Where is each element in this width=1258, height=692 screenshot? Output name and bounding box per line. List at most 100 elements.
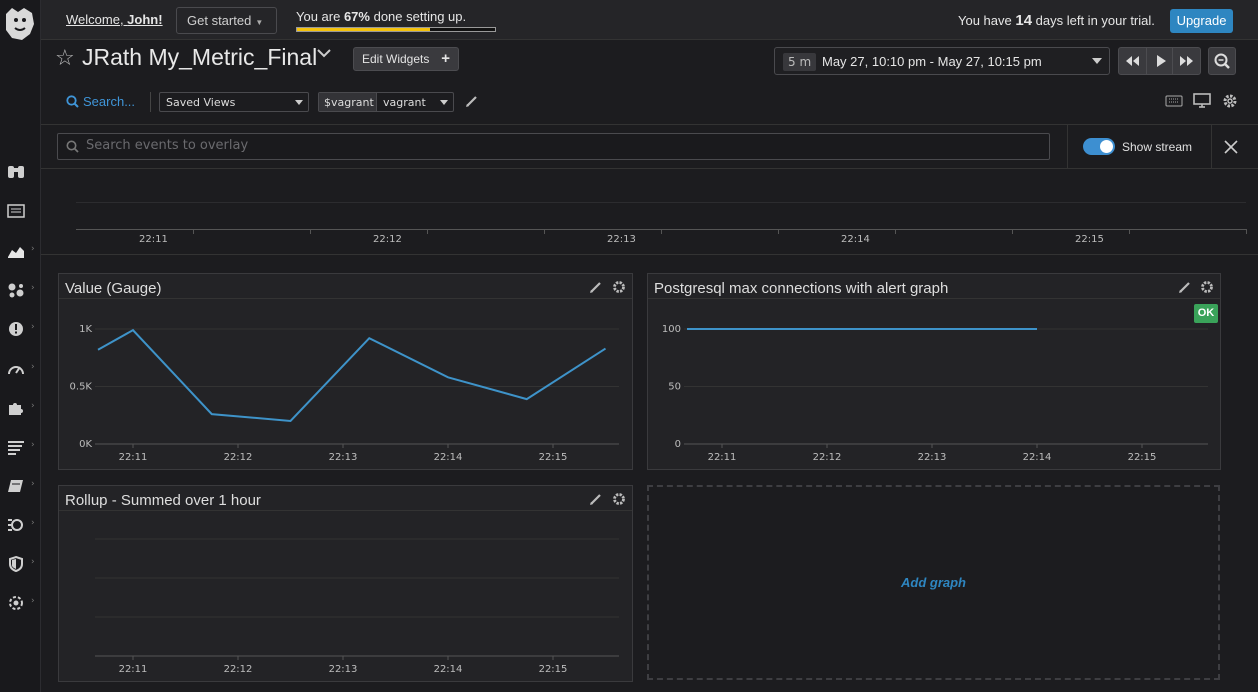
progress-prefix: You are bbox=[296, 9, 344, 24]
toggle-knob bbox=[1100, 140, 1113, 153]
keyboard-icon[interactable] bbox=[1165, 95, 1183, 107]
tv-mode-icon[interactable] bbox=[1193, 93, 1211, 109]
rollup-line-chart: 22:11 22:12 22:13 22:14 22:15 bbox=[95, 538, 619, 675]
x-tick-label: 22:12 bbox=[224, 452, 253, 463]
timeline-tick-label: 22:11 bbox=[139, 234, 168, 245]
widget-postgres-max-connections[interactable]: Postgresql max connections with alert gr… bbox=[647, 273, 1221, 470]
x-tick-label: 22:13 bbox=[329, 664, 358, 675]
dashboard-title[interactable]: JRath My_Metric_Final bbox=[82, 44, 317, 71]
nav-infrastructure-icon[interactable]: › bbox=[0, 278, 41, 302]
trial-remaining-text: You have 14 days left in your trial. bbox=[958, 12, 1155, 29]
timeline-tick-label: 22:14 bbox=[841, 234, 870, 245]
close-icon[interactable] bbox=[1224, 140, 1238, 154]
nav-logs-icon[interactable]: › bbox=[0, 435, 41, 459]
rewind-icon bbox=[1126, 56, 1139, 66]
left-nav: › › › › › › › › › › bbox=[0, 0, 41, 692]
timeline-tick bbox=[310, 229, 311, 234]
upgrade-button[interactable]: Upgrade bbox=[1170, 9, 1233, 33]
timeline-tick-label: 22:13 bbox=[607, 234, 636, 245]
time-range-selector[interactable]: 5 m May 27, 10:10 pm - May 27, 10:15 pm bbox=[774, 47, 1110, 75]
edit-widgets-button[interactable]: Edit Widgets + bbox=[353, 47, 459, 71]
timeline-tick-label: 22:12 bbox=[373, 234, 402, 245]
timeline-gridline bbox=[76, 202, 1246, 203]
postgres-line-chart: 0 50 100 22:11 22:12 22:13 22:14 22:15 bbox=[662, 324, 1208, 463]
x-tick-label: 22:12 bbox=[813, 452, 842, 463]
progress-percent: 67% bbox=[343, 9, 370, 24]
nav-integrations-puzzle-icon[interactable]: › bbox=[0, 396, 41, 420]
add-graph-placeholder[interactable]: Add graph bbox=[647, 485, 1220, 680]
play-button[interactable] bbox=[1146, 48, 1173, 74]
trial-days: 14 bbox=[1015, 12, 1033, 29]
caret-down-icon: ▼ bbox=[255, 18, 264, 27]
timeline-tick bbox=[661, 229, 662, 234]
nav-binoculars-icon[interactable] bbox=[0, 160, 41, 184]
trial-prefix: You have bbox=[958, 13, 1016, 28]
nav-security-shield-icon[interactable]: › bbox=[0, 552, 41, 576]
datadog-logo-icon[interactable] bbox=[2, 4, 38, 44]
widget-value-gauge[interactable]: Value (Gauge) 0K 0.5K 1K 22:11 22:12 22:13 22:… bbox=[58, 273, 633, 470]
edit-variables-pencil-icon[interactable] bbox=[465, 94, 479, 108]
setup-progress-bar bbox=[296, 27, 496, 32]
nav-area-chart-icon[interactable]: › bbox=[0, 239, 41, 263]
x-tick-label: 22:15 bbox=[539, 452, 568, 463]
progress-suffix: done setting up. bbox=[369, 9, 467, 24]
zoom-out-icon bbox=[1214, 53, 1230, 69]
welcome-message[interactable]: Welcome, John! bbox=[66, 12, 163, 27]
search-icon bbox=[66, 95, 79, 108]
get-started-label: Get started bbox=[187, 13, 252, 28]
app: › › › › › › › › › › Welcome, John! Get s… bbox=[0, 0, 1258, 692]
timeline-tick-label: 22:15 bbox=[1075, 234, 1104, 245]
widget-rollup-summed[interactable]: Rollup - Summed over 1 hour 22:11 22:12 22… bbox=[58, 485, 633, 682]
alert-status-badge: OK bbox=[1194, 304, 1218, 323]
dashboard-settings-gear-icon[interactable] bbox=[1222, 93, 1238, 109]
search-icon bbox=[66, 140, 79, 153]
x-tick-label: 22:15 bbox=[1128, 452, 1157, 463]
add-graph-link[interactable]: Add graph bbox=[649, 575, 1218, 590]
nav-monitor-alert-icon[interactable]: › bbox=[0, 317, 41, 341]
search-link[interactable]: Search... bbox=[66, 94, 135, 109]
gauge-line-chart: 0K 0.5K 1K 22:11 22:12 22:13 22:14 22:15 bbox=[70, 324, 619, 463]
saved-views-label: Saved Views bbox=[166, 96, 236, 109]
event-overlay-input[interactable] bbox=[86, 138, 986, 153]
timeline-tick bbox=[544, 229, 545, 234]
get-started-dropdown[interactable]: Get started ▼ bbox=[176, 7, 277, 34]
caret-down-icon bbox=[440, 100, 448, 105]
nav-apm-gauge-icon[interactable]: › bbox=[0, 357, 41, 381]
nav-list-icon[interactable] bbox=[0, 199, 41, 223]
nav-notebook-icon[interactable]: › bbox=[0, 474, 41, 498]
setup-progress-fill bbox=[297, 28, 430, 31]
zoom-out-button[interactable] bbox=[1208, 47, 1236, 75]
plus-icon: + bbox=[441, 50, 450, 67]
trial-suffix: days left in your trial. bbox=[1032, 13, 1155, 28]
x-tick-label: 22:11 bbox=[708, 452, 737, 463]
timeline-tick bbox=[1246, 229, 1247, 234]
series-line bbox=[97, 328, 607, 423]
fast-forward-button[interactable] bbox=[1173, 48, 1200, 74]
x-tick-label: 22:11 bbox=[119, 664, 148, 675]
user-name: John! bbox=[127, 12, 163, 27]
y-tick-label: 50 bbox=[668, 382, 681, 393]
nav-synthetics-icon[interactable]: › bbox=[0, 513, 41, 537]
nav-settings-icon[interactable]: › bbox=[0, 591, 41, 615]
x-tick-label: 22:15 bbox=[539, 664, 568, 675]
saved-views-dropdown[interactable]: Saved Views bbox=[159, 92, 309, 112]
rewind-button[interactable] bbox=[1119, 48, 1146, 74]
x-tick-label: 22:14 bbox=[1023, 452, 1052, 463]
top-bar: Welcome, John! Get started ▼ You are 67% … bbox=[41, 0, 1258, 40]
playback-controls bbox=[1118, 47, 1201, 75]
show-stream-label: Show stream bbox=[1122, 140, 1193, 154]
show-stream-toggle[interactable] bbox=[1083, 138, 1115, 155]
title-chevron-down-icon[interactable] bbox=[316, 47, 332, 59]
favorite-star-icon[interactable]: ☆ bbox=[55, 46, 75, 71]
y-tick-label: 100 bbox=[662, 324, 681, 335]
event-timeline: 22:11 22:12 22:13 22:14 22:15 bbox=[41, 170, 1258, 255]
y-tick-label: 0K bbox=[79, 439, 92, 450]
search-label: Search... bbox=[83, 94, 136, 109]
template-variable-vagrant[interactable]: $vagrant vagrant bbox=[318, 92, 454, 112]
x-tick-label: 22:13 bbox=[918, 452, 947, 463]
timeline-tick bbox=[895, 229, 896, 234]
x-tick-label: 22:14 bbox=[434, 452, 463, 463]
template-variable-name: $vagrant bbox=[319, 93, 377, 111]
setup-progress-text: You are 67% done setting up. bbox=[296, 9, 466, 24]
x-tick-label: 22:12 bbox=[224, 664, 253, 675]
